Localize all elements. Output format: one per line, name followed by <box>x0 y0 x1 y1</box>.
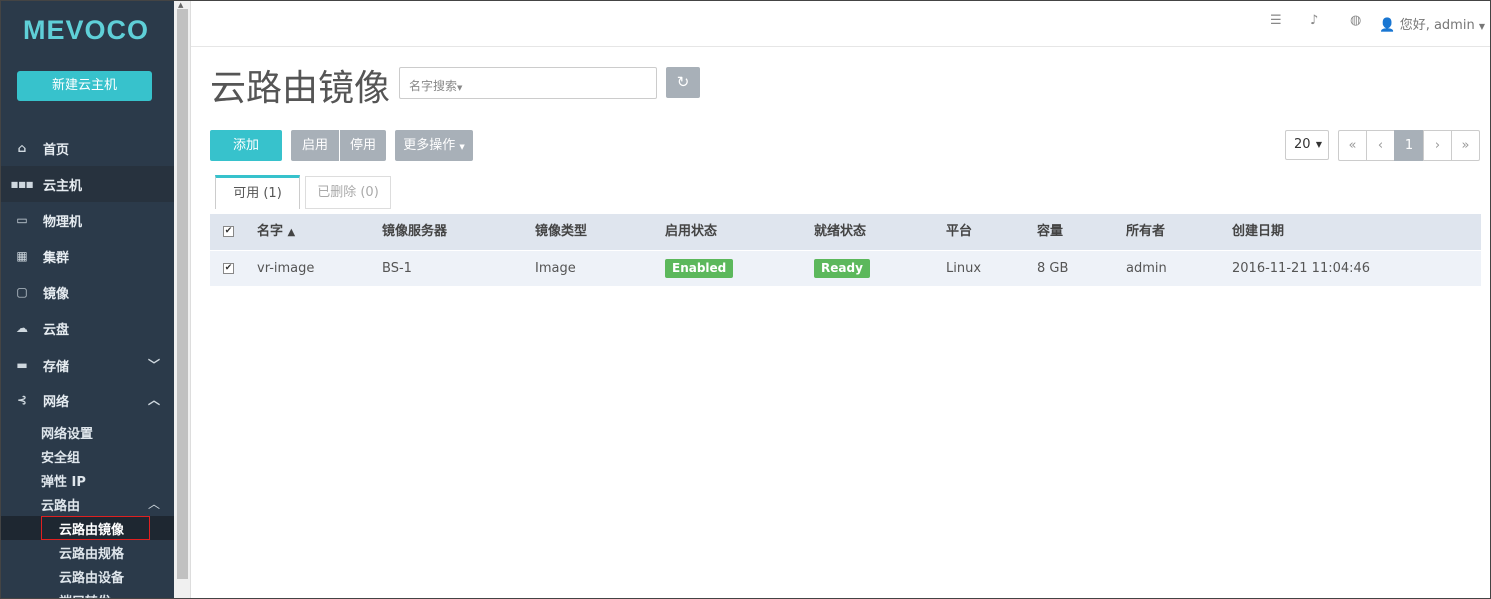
cell-type: Image <box>535 261 576 276</box>
sidebar-item-cluster[interactable]: ▦ 集群 <box>1 238 174 274</box>
select-all-checkbox[interactable]: ✔ <box>223 226 234 237</box>
sidebar-item-label: 云盘 <box>43 322 70 338</box>
cell-platform: Linux <box>946 261 982 276</box>
column-header-platform[interactable]: 平台 <box>946 214 972 250</box>
sidebar-item-label: 镜像 <box>43 286 70 302</box>
search-dropdown[interactable]: 名字搜索▼ <box>399 67 657 99</box>
page-size-value: 20 <box>1294 137 1311 152</box>
grid-icon: ■■■ <box>10 179 34 189</box>
tab-available[interactable]: 可用 (1) <box>215 175 300 209</box>
globe-icon[interactable]: ◍ <box>1350 13 1361 28</box>
cell-size: 8 GB <box>1037 261 1069 276</box>
image-icon: ▢ <box>16 285 28 299</box>
caret-down-icon: ▼ <box>1315 140 1322 149</box>
sidebar-item-label: 首页 <box>43 142 70 158</box>
column-header-backup-storage[interactable]: 镜像服务器 <box>382 214 447 250</box>
chevron-up-icon: ︿ <box>147 497 160 511</box>
network-icon: ⊰ <box>16 393 28 407</box>
cell-state: Enabled <box>665 251 734 287</box>
scroll-thumb[interactable] <box>177 9 188 579</box>
bell-icon[interactable]: ♪ <box>1310 13 1318 28</box>
column-header-type[interactable]: 镜像类型 <box>535 214 587 250</box>
column-header-status[interactable]: 就绪状态 <box>814 214 866 250</box>
sidebar-item-network[interactable]: ⊰ 网络 ︿ <box>1 382 174 418</box>
sidebar-subitem-elastic-ip[interactable]: 弹性 IP <box>41 471 86 490</box>
monitor-icon: ▭ <box>16 213 28 227</box>
sidebar: MEVOCO 新建云主机 ⌂ 首页 ■■■ 云主机 ▭ 物理机 ▦ 集群 ▢ 镜… <box>1 1 174 598</box>
sidebar-item-storage[interactable]: ▬ 存储 ﹀ <box>1 347 174 383</box>
enable-button[interactable]: 启用 <box>291 130 339 161</box>
top-bar: ☰ ♪ ◍ 👤 您好, admin ▼ <box>191 1 1490 47</box>
home-icon: ⌂ <box>17 141 27 155</box>
user-icon: 👤 <box>1379 18 1396 33</box>
prev-page-button[interactable]: ‹ <box>1366 130 1395 161</box>
sidebar-item-label: 云主机 <box>43 178 83 194</box>
column-header-state[interactable]: 启用状态 <box>665 214 717 250</box>
sidebar-item-volume[interactable]: ☁ 云盘 <box>1 310 174 346</box>
page-title: 云路由镜像 <box>210 68 391 109</box>
cell-backup-storage: BS-1 <box>382 261 412 276</box>
sidebar-subitem-security-group[interactable]: 安全组 <box>41 447 80 466</box>
first-page-button[interactable]: « <box>1338 130 1367 161</box>
image-table: ✔ 名字 ▲ 镜像服务器 镜像类型 启用状态 就绪状态 平台 容量 所有者 创建… <box>210 214 1481 286</box>
refresh-button[interactable]: ↻ <box>666 67 700 98</box>
user-greeting: 您好, admin <box>1399 18 1475 33</box>
user-menu[interactable]: 👤 您好, admin ▼ <box>1379 14 1485 33</box>
sidebar-subitem-virtual-router[interactable]: 云路由 <box>41 495 80 514</box>
page-size-select[interactable]: 20 ▼ <box>1285 130 1329 160</box>
sidebar-item-label: 网络 <box>43 394 70 410</box>
column-header-created[interactable]: 创建日期 <box>1232 214 1284 250</box>
sidebar-item-vm[interactable]: ■■■ 云主机 <box>1 166 174 202</box>
row-checkbox[interactable]: ✔ <box>223 263 234 274</box>
last-page-button[interactable]: » <box>1451 130 1480 161</box>
sidebar-item-host[interactable]: ▭ 物理机 <box>1 202 174 238</box>
storage-icon: ▬ <box>16 358 28 372</box>
app-frame: MEVOCO 新建云主机 ⌂ 首页 ■■■ 云主机 ▭ 物理机 ▦ 集群 ▢ 镜… <box>0 0 1491 599</box>
sidebar-scrollbar[interactable]: ▲ <box>174 1 191 598</box>
sidebar-subitem-network-settings[interactable]: 网络设置 <box>41 423 93 442</box>
next-page-button[interactable]: › <box>1423 130 1452 161</box>
table-row[interactable]: ✔ vr-image BS-1 Image Enabled Ready Linu… <box>210 250 1481 286</box>
sidebar-item-label: 物理机 <box>43 214 83 230</box>
table-header: ✔ 名字 ▲ 镜像服务器 镜像类型 启用状态 就绪状态 平台 容量 所有者 创建… <box>210 214 1481 250</box>
cell-owner: admin <box>1126 261 1167 276</box>
sidebar-item-image[interactable]: ▢ 镜像 <box>1 274 174 310</box>
disable-button[interactable]: 停用 <box>340 130 386 161</box>
sort-asc-icon: ▲ <box>287 227 296 238</box>
refresh-icon: ↻ <box>676 73 690 91</box>
sidebar-item-label: 存储 <box>43 359 70 375</box>
pagination: « ‹ 1 › » <box>1338 130 1480 161</box>
scroll-up-arrow-icon[interactable]: ▲ <box>178 1 183 9</box>
sidebar-subitem-vr-offering[interactable]: 云路由规格 <box>59 543 124 562</box>
cell-created: 2016-11-21 11:04:46 <box>1232 261 1371 276</box>
column-header-owner[interactable]: 所有者 <box>1126 214 1165 250</box>
cell-status: Ready <box>814 251 870 287</box>
caret-down-icon: ▼ <box>459 143 465 151</box>
column-header-size[interactable]: 容量 <box>1037 214 1063 250</box>
chevron-down-icon: ﹀ <box>147 358 160 372</box>
cloud-icon: ☁ <box>16 321 28 335</box>
sidebar-subitem-vr-device[interactable]: 云路由设备 <box>59 567 124 586</box>
logo: MEVOCO <box>23 15 150 45</box>
column-header-name[interactable]: 名字 ▲ <box>257 214 295 251</box>
more-actions-label: 更多操作 <box>403 138 456 153</box>
selection-outline <box>41 516 150 540</box>
cell-name[interactable]: vr-image <box>257 251 314 287</box>
current-page-button[interactable]: 1 <box>1394 130 1424 161</box>
cluster-icon: ▦ <box>16 249 28 263</box>
sidebar-item-home[interactable]: ⌂ 首页 <box>1 130 174 166</box>
caret-down-icon: ▼ <box>1478 22 1485 31</box>
new-vm-button[interactable]: 新建云主机 <box>17 71 152 101</box>
search-label: 名字搜索▼ <box>409 79 463 93</box>
sidebar-subitem-port-forwarding[interactable]: 端口转发 <box>59 591 111 598</box>
list-icon[interactable]: ☰ <box>1270 13 1282 28</box>
tab-deleted[interactable]: 已删除 (0) <box>305 176 391 209</box>
status-badge: Ready <box>814 259 870 278</box>
status-badge: Enabled <box>665 259 734 278</box>
more-actions-button[interactable]: 更多操作 ▼ <box>395 130 473 161</box>
chevron-up-icon: ︿ <box>147 393 160 407</box>
add-button[interactable]: 添加 <box>210 130 282 161</box>
sidebar-item-label: 集群 <box>43 250 70 266</box>
